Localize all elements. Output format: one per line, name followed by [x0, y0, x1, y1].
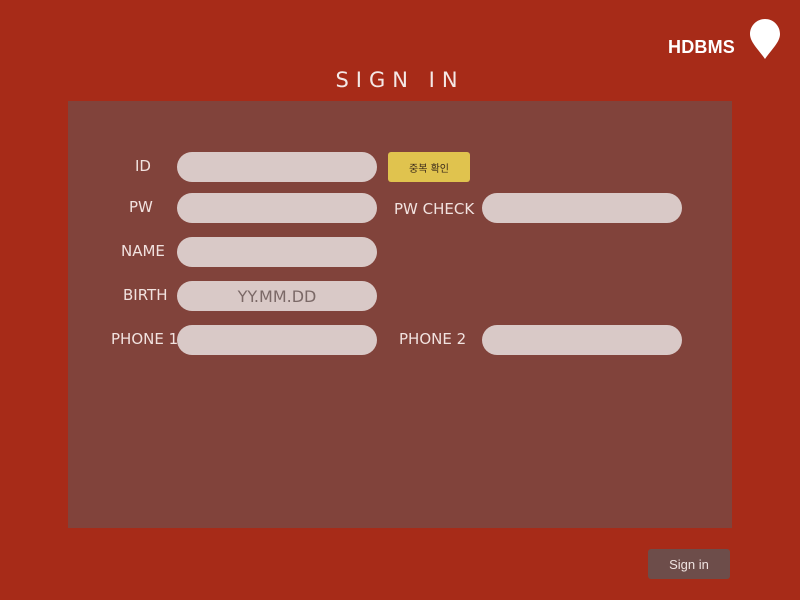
- page-title: SIGN IN: [335, 68, 465, 92]
- birth-input[interactable]: [177, 281, 377, 311]
- duplicate-check-button[interactable]: 중복 확인: [388, 152, 470, 182]
- pw-check-label: PW CHECK: [394, 200, 475, 218]
- map-pin-icon: [750, 19, 780, 59]
- signup-form-panel: ID 중복 확인 PW PW CHECK NAME BIRTH PHONE 1 …: [68, 101, 732, 528]
- name-label: NAME: [121, 242, 165, 260]
- phone2-label: PHONE 2: [399, 330, 467, 348]
- brand-logo: HDBMS: [660, 18, 784, 62]
- phone2-input[interactable]: [482, 325, 682, 355]
- birth-label: BIRTH: [123, 286, 168, 304]
- id-label: ID: [135, 157, 151, 175]
- pw-input[interactable]: [177, 193, 377, 223]
- phone1-label: PHONE 1: [111, 330, 179, 348]
- brand-name: HDBMS: [668, 37, 735, 57]
- phone1-input[interactable]: [177, 325, 377, 355]
- name-input[interactable]: [177, 237, 377, 267]
- pw-label: PW: [129, 198, 153, 216]
- id-input[interactable]: [177, 152, 377, 182]
- sign-in-button[interactable]: Sign in: [648, 549, 730, 579]
- pw-check-input[interactable]: [482, 193, 682, 223]
